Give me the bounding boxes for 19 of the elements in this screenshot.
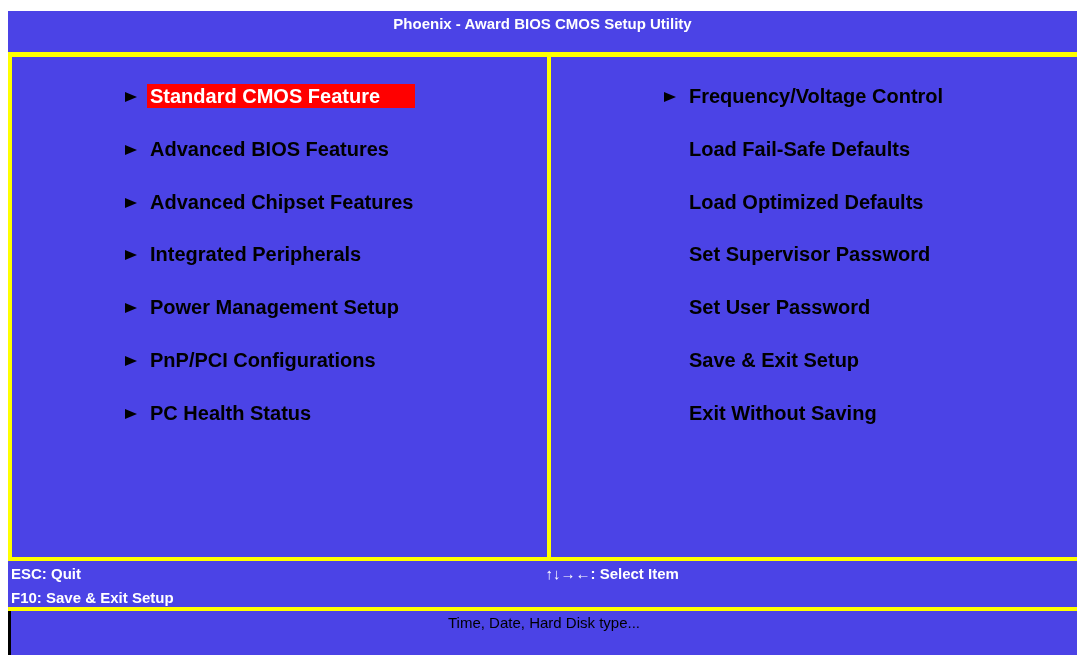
menu-item[interactable]: Standard CMOS Feature <box>147 84 415 108</box>
key-hint: ESC: Quit <box>11 565 82 583</box>
menu-item[interactable]: Load Optimized Defaults <box>686 189 927 214</box>
menu-item[interactable]: Power Management Setup <box>147 295 402 320</box>
key-hint: ↑↓→←: Select Item <box>545 565 680 583</box>
menu-item[interactable]: Integrated Peripherals <box>147 242 365 267</box>
menu-item[interactable]: PC Health Status <box>147 400 315 425</box>
menu-item[interactable]: Exit Without Saving <box>686 400 880 425</box>
key-hint: F10: Save & Exit Setup <box>11 589 175 607</box>
menu-item[interactable]: Load Fail-Safe Defaults <box>686 136 914 161</box>
menu-item[interactable]: Frequency/Voltage Control <box>686 84 947 108</box>
item-description: Time, Date, Hard Disk type... <box>448 614 640 633</box>
menu-item[interactable]: Set User Password <box>686 295 874 320</box>
menu-item[interactable]: Set Supervisor Password <box>686 242 934 267</box>
menu-item[interactable]: PnP/PCI Configurations <box>147 348 379 372</box>
menu-item[interactable]: Advanced BIOS Features <box>147 136 392 161</box>
menu-item[interactable]: Save & Exit Setup <box>686 348 863 372</box>
window-title: Phoenix - Award BIOS CMOS Setup Utility <box>393 15 692 32</box>
menu-item[interactable]: Advanced Chipset Features <box>147 189 417 214</box>
